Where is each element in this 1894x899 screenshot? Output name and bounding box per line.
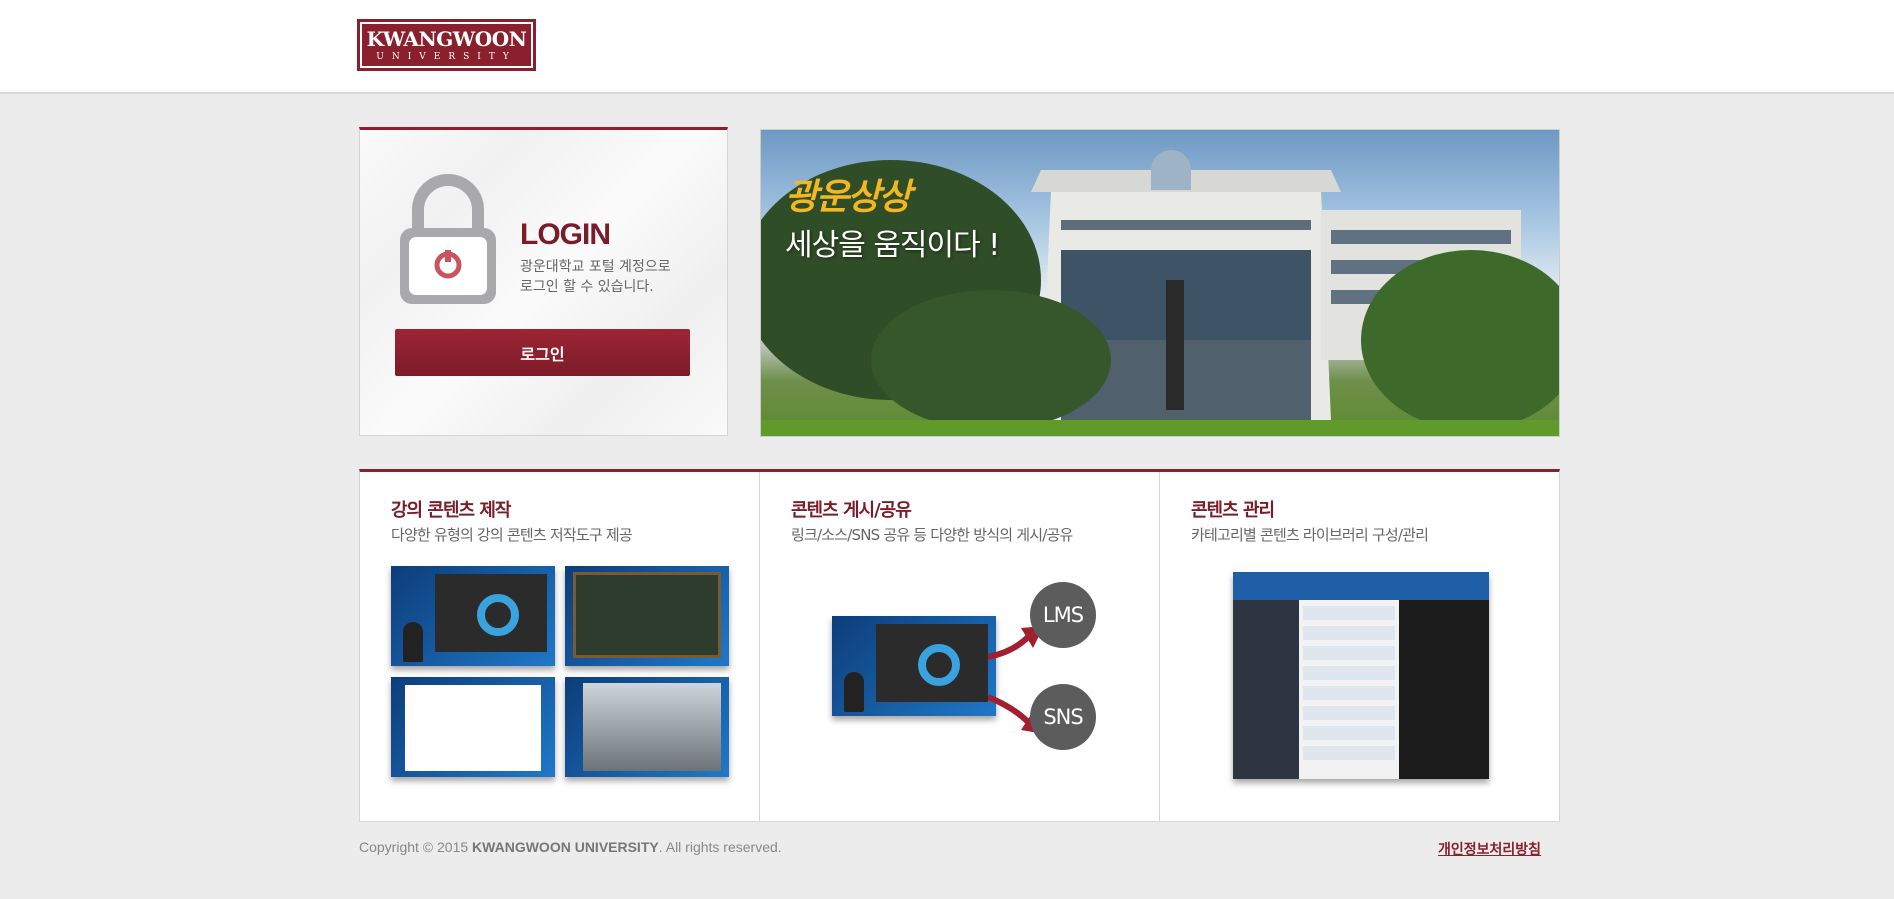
top-header: KWANGWOON UNIVERSITY <box>0 0 1894 94</box>
copyright-org: KWANGWOON UNIVERSITY <box>472 839 659 855</box>
login-desc-line1: 광운대학교 포털 계정으로 <box>520 259 671 275</box>
logo-subtitle: UNIVERSITY <box>376 52 517 62</box>
feature-content-creation: 강의 콘텐츠 제작 다양한 유형의 강의 콘텐츠 저작도구 제공 <box>360 472 760 821</box>
login-title: LOGIN <box>520 218 611 251</box>
lms-badge: LMS <box>1030 582 1096 648</box>
campus-banner: 광운상상 세상을 움직이다 ! <box>760 129 1560 437</box>
features-section: 강의 콘텐츠 제작 다양한 유형의 강의 콘텐츠 저작도구 제공 콘텐츠 게시/… <box>359 469 1560 822</box>
feature-title: 콘텐츠 관리 <box>1191 500 1275 521</box>
university-logo[interactable]: KWANGWOON UNIVERSITY <box>357 19 536 71</box>
copyright-text: Copyright © 2015 KWANGWOON UNIVERSITY. A… <box>359 839 782 855</box>
classroom-photo-thumbnail <box>565 677 729 777</box>
feature-description: 다양한 유형의 강의 콘텐츠 저작도구 제공 <box>391 526 633 544</box>
copyright-suffix: . All rights reserved. <box>658 839 782 855</box>
chart-slide-thumbnail <box>391 677 555 777</box>
library-screenshot <box>1233 572 1489 779</box>
feature-title: 콘텐츠 게시/공유 <box>791 500 912 521</box>
login-description: 광운대학교 포털 계정으로 로그인 할 수 있습니다. <box>520 257 720 297</box>
feature-title: 강의 콘텐츠 제작 <box>391 500 511 521</box>
lock-icon <box>400 174 496 304</box>
shared-lecture-thumbnail <box>832 616 996 716</box>
login-desc-line2: 로그인 할 수 있습니다. <box>520 279 654 295</box>
login-button[interactable]: 로그인 <box>395 329 690 376</box>
feature-content-management: 콘텐츠 관리 카테고리별 콘텐츠 라이브러리 구성/관리 <box>1160 472 1559 821</box>
copyright-prefix: Copyright © 2015 <box>359 839 469 855</box>
feature-content-sharing: 콘텐츠 게시/공유 링크/소스/SNS 공유 등 다양한 방식의 게시/공유 L… <box>760 472 1160 821</box>
lecture-slide-thumbnail <box>391 566 555 666</box>
privacy-policy-link[interactable]: 개인정보처리방침 <box>1438 839 1541 859</box>
blackboard-thumbnail <box>565 566 729 666</box>
feature-description: 링크/소스/SNS 공유 등 다양한 방식의 게시/공유 <box>791 526 1073 544</box>
sns-badge: SNS <box>1030 684 1096 750</box>
slogan-primary: 광운상상 <box>785 177 911 218</box>
login-panel: LOGIN 광운대학교 포털 계정으로 로그인 할 수 있습니다. 로그인 <box>359 127 728 436</box>
slogan-secondary: 세상을 움직이다 ! <box>785 228 1000 263</box>
logo-title: KWANGWOON <box>366 27 527 51</box>
feature-description: 카테고리별 콘텐츠 라이브러리 구성/관리 <box>1191 526 1429 544</box>
